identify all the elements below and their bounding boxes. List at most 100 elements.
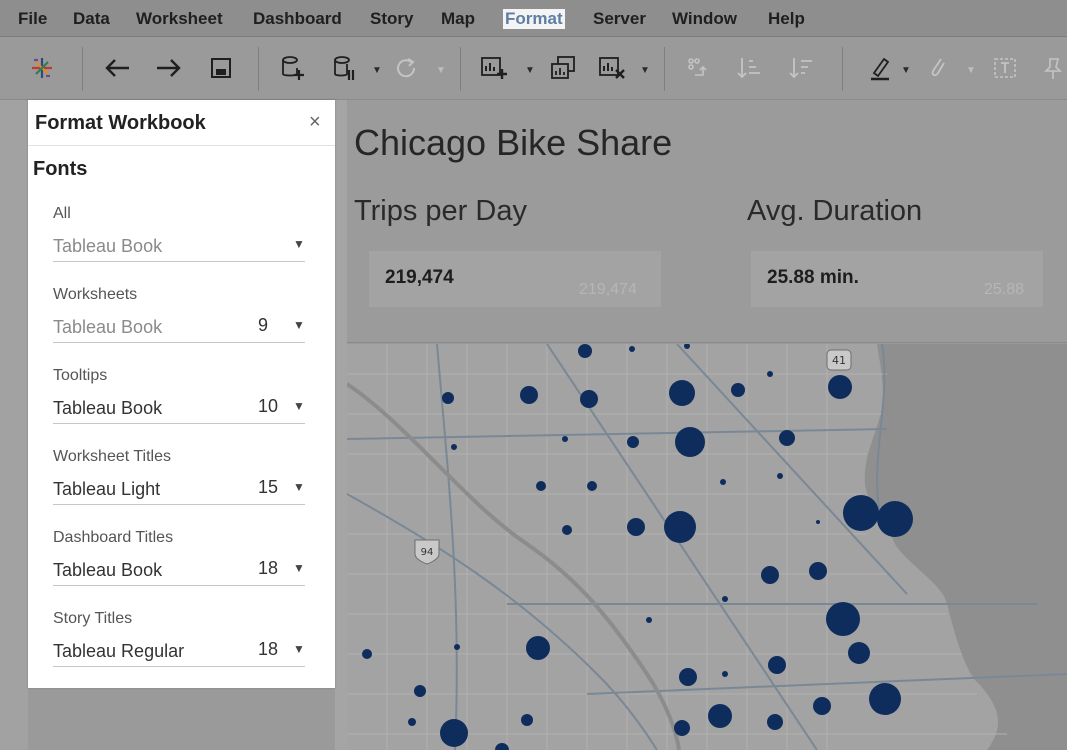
kpi-card-trips[interactable]: 219,474 219,474 [369,251,661,307]
station-point[interactable] [761,566,779,584]
station-point[interactable] [777,473,783,479]
station-point[interactable] [869,683,901,715]
font-dropdown-tooltips[interactable]: Tableau Book 10 ▼ [53,391,305,424]
run-update-icon[interactable] [392,37,420,99]
station-point[interactable] [768,656,786,674]
station-point[interactable] [731,383,745,397]
station-point[interactable] [675,427,705,457]
station-map[interactable]: 41 94 [347,344,1067,750]
chevron-down-icon[interactable]: ▼ [372,65,382,76]
duplicate-icon[interactable] [548,37,578,99]
station-point[interactable] [813,697,831,715]
format-workbook-panel: Format Workbook × Fonts All Tableau Book… [28,100,335,688]
kpi-title-trips: Trips per Day [354,195,527,227]
menu-dashboard[interactable]: Dashboard [253,9,342,29]
station-point[interactable] [629,346,635,352]
clear-sheet-icon[interactable] [596,37,628,99]
station-point[interactable] [578,344,592,358]
menu-bar: File Data Worksheet Dashboard Story Map … [0,0,1067,37]
station-point[interactable] [722,671,728,677]
station-point[interactable] [451,444,457,450]
station-point[interactable] [828,375,852,399]
station-point[interactable] [809,562,827,580]
toolbar-separator [82,47,83,91]
menu-file[interactable]: File [18,9,47,29]
menu-server[interactable]: Server [593,9,646,29]
pause-auto-updates-icon[interactable] [330,37,358,99]
station-point[interactable] [664,511,696,543]
font-size-value: 15 [258,477,279,497]
station-point[interactable] [708,704,732,728]
font-dropdown-dashboard-titles[interactable]: Tableau Book 18 ▼ [53,553,305,586]
font-family-value: Tableau Regular [53,641,185,661]
station-point[interactable] [442,392,454,404]
redo-icon[interactable] [152,37,186,99]
station-point[interactable] [848,642,870,664]
close-icon[interactable]: × [309,111,321,134]
chevron-down-icon[interactable]: ▼ [525,65,535,76]
svg-text:94: 94 [421,547,434,558]
station-point[interactable] [674,720,690,736]
station-point[interactable] [843,495,879,531]
station-point[interactable] [826,602,860,636]
panel-title: Format Workbook [35,112,206,134]
new-worksheet-icon[interactable] [478,37,510,99]
station-point[interactable] [767,714,783,730]
fonts-section-heading: Fonts [33,158,88,180]
kpi-title-duration: Avg. Duration [747,195,923,227]
station-point[interactable] [440,719,468,747]
menu-worksheet[interactable]: Worksheet [136,9,223,29]
save-icon[interactable] [206,37,236,99]
chevron-down-icon: ▼ [293,642,305,656]
station-point[interactable] [877,501,913,537]
station-point[interactable] [720,479,726,485]
station-point[interactable] [767,371,773,377]
kpi-card-duration[interactable]: 25.88 min. 25.88 [751,251,1043,307]
station-point[interactable] [454,644,460,650]
menu-window[interactable]: Window [672,9,737,29]
station-point[interactable] [627,518,645,536]
map-canvas[interactable]: 41 94 [347,344,1067,750]
station-point[interactable] [521,714,533,726]
station-point[interactable] [722,596,728,602]
svg-text:41: 41 [832,354,846,367]
station-point[interactable] [562,436,568,442]
station-point[interactable] [587,481,597,491]
highway-shield-41: 41 [826,349,852,371]
station-point[interactable] [816,520,820,524]
font-dropdown-worksheet-titles[interactable]: Tableau Light 15 ▼ [53,472,305,505]
station-point[interactable] [362,649,372,659]
menu-format[interactable]: Format [503,9,565,29]
station-point[interactable] [526,636,550,660]
kpi-ghost-value: 219,474 [579,281,637,298]
font-size-value: 18 [258,639,279,659]
menu-data[interactable]: Data [73,9,110,29]
station-point[interactable] [536,481,546,491]
station-point[interactable] [669,380,695,406]
station-point[interactable] [779,430,795,446]
station-point[interactable] [627,436,639,448]
station-point[interactable] [679,668,697,686]
font-group-all: All Tableau Book ▼ [53,205,305,275]
station-point[interactable] [580,390,598,408]
station-point[interactable] [646,617,652,623]
station-point[interactable] [520,386,538,404]
font-group-worksheets: Worksheets Tableau Book 9 ▼ [53,286,305,356]
highlight-icon[interactable] [866,37,894,99]
station-point[interactable] [562,525,572,535]
undo-icon[interactable] [100,37,134,99]
font-dropdown-story-titles[interactable]: Tableau Regular 18 ▼ [53,634,305,667]
font-dropdown-all[interactable]: Tableau Book ▼ [53,229,305,262]
chevron-down-icon[interactable]: ▼ [640,65,650,76]
chevron-down-icon[interactable]: ▼ [901,65,911,76]
menu-story[interactable]: Story [370,9,413,29]
font-family-value: Tableau Book [53,560,163,580]
new-data-source-icon[interactable] [278,37,306,99]
tableau-logo-icon[interactable] [24,37,60,99]
station-point[interactable] [414,685,426,697]
menu-help[interactable]: Help [768,9,805,29]
font-dropdown-worksheets[interactable]: Tableau Book 9 ▼ [53,310,305,343]
toolbar-separator [664,47,665,91]
station-point[interactable] [408,718,416,726]
menu-map[interactable]: Map [441,9,475,29]
